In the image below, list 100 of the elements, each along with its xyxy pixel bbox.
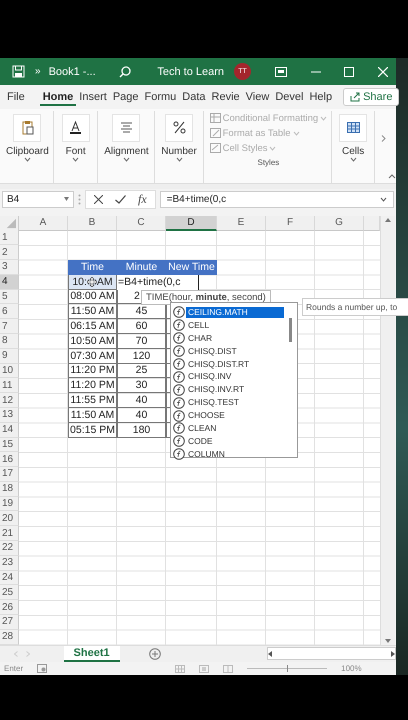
dropdown-icon[interactable]: [64, 197, 69, 202]
share-button[interactable]: Share: [343, 88, 400, 106]
row-header[interactable]: 13: [0, 408, 19, 423]
table-cell: 40: [117, 408, 166, 423]
group-label: Styles: [258, 158, 280, 167]
row-header[interactable]: 20: [0, 511, 19, 526]
table-cell: 120: [117, 348, 166, 364]
function-option[interactable]: COLUMN: [173, 448, 288, 461]
header-letter[interactable]: G: [315, 216, 364, 231]
row-header[interactable]: 23: [0, 556, 19, 571]
row-header[interactable]: 26: [0, 600, 19, 616]
ribbon-tab[interactable]: Insert: [76, 88, 110, 106]
function-option[interactable]: CLEAN: [173, 422, 288, 435]
row-header[interactable]: 15: [0, 438, 19, 452]
row-header[interactable]: 4: [0, 274, 19, 290]
row-header[interactable]: 19: [0, 496, 19, 512]
ribbon-tab[interactable]: Formu: [142, 88, 180, 106]
header-letter[interactable]: A: [19, 216, 68, 231]
row-header[interactable]: 17: [0, 467, 19, 482]
row-header[interactable]: 1: [0, 230, 19, 246]
ribbon-tab[interactable]: File: [4, 88, 28, 106]
group-label[interactable]: Alignment: [104, 146, 149, 157]
row-header[interactable]: 5: [0, 290, 19, 304]
row-header[interactable]: 24: [0, 570, 19, 586]
row-header[interactable]: 16: [0, 452, 19, 468]
chevron-down-icon[interactable]: [350, 156, 357, 162]
row-header[interactable]: 22: [0, 541, 19, 556]
ribbon-tab[interactable]: Revie: [208, 88, 243, 106]
search-icon[interactable]: [119, 66, 132, 78]
row-header[interactable]: 9: [0, 348, 19, 364]
collapse-ribbon-icon[interactable]: [388, 174, 396, 180]
chevron-down-icon[interactable]: [24, 156, 31, 162]
cell-text: AM: [96, 276, 113, 288]
header-letter[interactable]: F: [266, 216, 315, 231]
row-header[interactable]: 3: [0, 260, 19, 275]
row-header[interactable]: 27: [0, 615, 19, 630]
row-header[interactable]: 25: [0, 585, 19, 600]
cancel-icon[interactable]: [94, 194, 103, 204]
function-option[interactable]: CHISQ.DIST.RT: [173, 358, 288, 370]
scroll-up-icon[interactable]: [385, 218, 391, 222]
close-icon[interactable]: [378, 66, 388, 77]
function-option[interactable]: CHAR: [173, 332, 288, 345]
row-header[interactable]: 8: [0, 334, 19, 349]
row-header[interactable]: 12: [0, 393, 19, 408]
autocomplete-list[interactable]: CEILING.MATH CELL CHAR CHISQ.DIST CHISQ.DIST.RT CHISQ.INV CHISQ.INV.RT CHISQ.TEST CHOOSE CLEAN CODE COLUMN: [170, 302, 298, 458]
header-letter[interactable]: B: [68, 216, 117, 231]
ribbon-button[interactable]: [165, 114, 194, 142]
row-header[interactable]: 21: [0, 526, 19, 542]
cell-editor[interactable]: =B4+time(0,c: [117, 274, 199, 290]
chevron-down-icon[interactable]: [122, 156, 130, 162]
row-header[interactable]: 7: [0, 319, 19, 334]
scroll-left-icon[interactable]: [268, 650, 272, 657]
group-label[interactable]: Number: [161, 146, 197, 157]
function-option[interactable]: CHOOSE: [173, 409, 288, 422]
chevron-down-icon[interactable]: [72, 156, 80, 162]
save-icon[interactable]: [12, 65, 25, 78]
ribbon-tab[interactable]: Data: [179, 88, 209, 106]
ribbon-button[interactable]: [112, 114, 140, 142]
function-option[interactable]: CHISQ.TEST: [173, 396, 288, 410]
function-option[interactable]: CELL: [173, 318, 288, 332]
chevron-down-icon[interactable]: [176, 156, 183, 162]
row-header[interactable]: 18: [0, 482, 19, 497]
function-option[interactable]: CHISQ.INV.RT: [173, 383, 288, 396]
row-header[interactable]: 10: [0, 364, 19, 378]
expand-chevron-icon[interactable]: [380, 196, 387, 202]
name-box[interactable]: B4: [2, 190, 74, 208]
macro-record-icon[interactable]: [37, 664, 48, 674]
header-letter[interactable]: E: [217, 216, 266, 231]
row-header[interactable]: 6: [0, 304, 19, 320]
ribbon-button[interactable]: [62, 114, 90, 142]
group-label[interactable]: Clipboard: [6, 146, 49, 157]
ribbon-button[interactable]: [13, 114, 42, 142]
function-option[interactable]: CODE: [173, 434, 288, 448]
function-option[interactable]: CHISQ.INV: [173, 370, 288, 384]
header-letter[interactable]: C: [117, 216, 166, 231]
header-letter[interactable]: D: [166, 216, 217, 231]
sheet-tab[interactable]: Sheet1: [64, 646, 120, 662]
maximize-icon[interactable]: [344, 66, 354, 77]
ribbon-tab[interactable]: Devel: [272, 88, 306, 106]
row-header[interactable]: 2: [0, 245, 19, 260]
overflow-button[interactable]: »: [35, 66, 41, 78]
ribbon-tab[interactable]: Home: [40, 88, 76, 106]
check-icon[interactable]: [115, 194, 126, 204]
row-header[interactable]: 28: [0, 630, 19, 645]
scroll-right-icon[interactable]: [381, 134, 386, 142]
row-header[interactable]: 14: [0, 422, 19, 438]
horizontal-scrollbar[interactable]: [267, 647, 396, 660]
insert-function-button[interactable]: fx: [138, 192, 147, 207]
ribbon-tab[interactable]: Help: [306, 88, 336, 106]
group-label[interactable]: Font: [66, 146, 86, 157]
add-sheet-icon[interactable]: [149, 648, 162, 660]
ribbon-tab[interactable]: Page: [110, 88, 142, 106]
function-option[interactable]: CHISQ.DIST: [173, 344, 288, 358]
row-header[interactable]: 11: [0, 378, 19, 394]
ribbon-display-icon[interactable]: [274, 66, 287, 77]
style-grid-icon: [210, 113, 221, 124]
formula-input[interactable]: =B4+time(0,c: [160, 190, 394, 208]
group-label[interactable]: Cells: [342, 146, 364, 157]
ribbon-tab[interactable]: View: [242, 88, 272, 106]
style-grid-icon: [210, 128, 221, 138]
